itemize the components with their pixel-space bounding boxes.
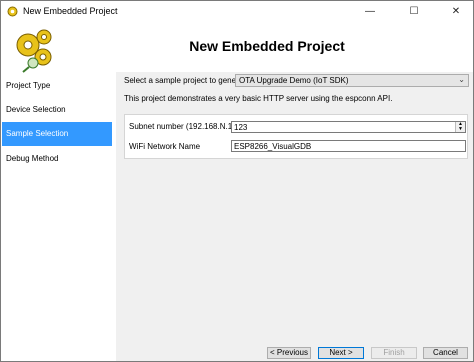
sample-select-label: Select a sample project to generate: [124,76,253,85]
window-title: New Embedded Project [23,6,118,16]
cancel-button[interactable]: Cancel [423,347,468,359]
wizard-header: New Embedded Project [1,23,473,73]
spin-down-icon[interactable]: ▼ [456,127,465,132]
sidebar-item-sample-selection[interactable]: Sample Selection [2,122,112,146]
sidebar-item-debug-method[interactable]: Debug Method [2,147,112,171]
maximize-button[interactable]: ☐ [399,1,429,23]
wizard-window: New Embedded Project — ☐ ✕ New Embedded … [0,0,474,362]
close-button[interactable]: ✕ [441,1,471,23]
wizard-sidebar: Project Type Device Selection Sample Sel… [2,74,112,361]
wifi-name-value: ESP8266_VisualGDB [234,142,312,151]
wifi-name-field[interactable]: ESP8266_VisualGDB [231,140,466,152]
page-title: New Embedded Project [189,38,345,54]
title-bar: New Embedded Project — ☐ ✕ [1,1,473,23]
sample-description: This project demonstrates a very basic H… [124,94,393,103]
spin-buttons[interactable]: ▲ ▼ [455,122,465,132]
finish-button[interactable]: Finish [371,347,417,359]
subnet-label: Subnet number (192.168.N.1) [129,122,235,131]
app-gear-icon [7,6,18,17]
sidebar-item-project-type[interactable]: Project Type [2,74,112,98]
subnet-number-stepper[interactable]: 123 ▲ ▼ [231,121,466,133]
sample-project-dropdown[interactable]: OTA Upgrade Demo (IoT SDK) ⌄ [235,74,469,87]
sidebar-item-device-selection[interactable]: Device Selection [2,98,112,122]
previous-button[interactable]: < Previous [267,347,311,359]
sample-project-selected: OTA Upgrade Demo (IoT SDK) [239,76,349,85]
next-button[interactable]: Next > [318,347,364,359]
main-panel: Select a sample project to generate: OTA… [116,72,473,337]
sample-settings-group: Subnet number (192.168.N.1) 123 ▲ ▼ WiFi… [124,114,468,159]
chevron-down-icon: ⌄ [458,75,465,84]
subnet-value: 123 [234,123,248,132]
wifi-name-label: WiFi Network Name [129,142,201,151]
minimize-button[interactable]: — [355,1,385,23]
button-bar: < Previous Next > Finish Cancel [116,337,473,361]
